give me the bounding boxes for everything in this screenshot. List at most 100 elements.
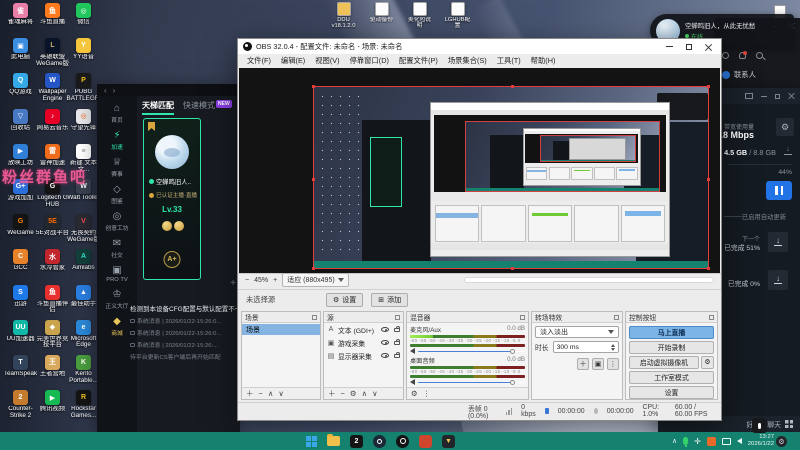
desktop-icon[interactable]: ♪ 网易云音乐 bbox=[36, 108, 69, 144]
source-up-button[interactable]: ∧ bbox=[362, 389, 368, 398]
obs-titlebar[interactable]: OBS 32.0.4 - 配置文件: 未命名 - 场景: 未命名 bbox=[238, 39, 721, 54]
mixer-settings-icon[interactable]: ⚙ bbox=[411, 389, 418, 398]
desktop-icon[interactable]: ▶ 腾讯视频 bbox=[36, 390, 69, 425]
desktop-icon[interactable]: ▽ 回收站 bbox=[4, 108, 37, 144]
desktop-icon[interactable]: LGHUB配置 bbox=[444, 2, 471, 29]
desktop-icon[interactable]: ▣ 此电脑 bbox=[4, 38, 37, 73]
tray-app-icon[interactable] bbox=[706, 436, 716, 446]
source-settings-button[interactable]: ⚙ 设置 bbox=[326, 292, 364, 307]
minimize-icon[interactable] bbox=[666, 46, 673, 47]
display-tray-icon[interactable] bbox=[721, 437, 731, 445]
menu-item[interactable]: 视图(V) bbox=[310, 56, 344, 66]
desktop-icon[interactable]: A Aimlabs bbox=[67, 249, 100, 284]
desktop-icon[interactable]: L 英雄联盟WeGame版 bbox=[36, 38, 69, 73]
forward-arrow-icon[interactable]: › bbox=[113, 86, 116, 95]
desktop-icon[interactable]: UU UU加速器 bbox=[4, 319, 37, 355]
visibility-eye-icon[interactable] bbox=[381, 340, 389, 345]
add-scene-button[interactable]: ＋ bbox=[246, 388, 254, 399]
desktop-icon[interactable]: ◎ 守望先锋 bbox=[67, 108, 100, 144]
menu-item[interactable]: 工具(T) bbox=[492, 56, 526, 66]
virtual-camera-settings-button[interactable]: ⚙ bbox=[701, 356, 714, 369]
remove-source-button[interactable]: − bbox=[341, 389, 345, 398]
source-item-display-capture[interactable]: ▤ 显示器采集 bbox=[324, 349, 403, 362]
microphone-tray-icon[interactable] bbox=[683, 437, 689, 447]
desktop-icon[interactable]: P PUBG BATTLEGR... bbox=[67, 73, 101, 108]
start-recording-button[interactable]: 开始录制 bbox=[629, 341, 714, 354]
scene-up-button[interactable]: ∧ bbox=[268, 389, 274, 398]
start-streaming-button[interactable]: 马上直播 bbox=[629, 326, 714, 339]
popout-icon[interactable] bbox=[614, 314, 619, 320]
add-transition-button[interactable]: ＋ bbox=[577, 358, 589, 370]
source-add-button[interactable]: ⊞ 添加 bbox=[371, 292, 409, 307]
popout-icon[interactable] bbox=[520, 314, 525, 320]
selection-handle[interactable] bbox=[707, 267, 710, 270]
scene-down-button[interactable]: ∨ bbox=[278, 389, 284, 398]
selection-handle[interactable] bbox=[707, 85, 710, 88]
duration-spinner[interactable]: 300 ms bbox=[552, 341, 619, 353]
popout-icon[interactable] bbox=[312, 314, 317, 320]
fit-preview-dropdown[interactable]: 适应 (880x495) bbox=[282, 273, 349, 287]
volume-slider[interactable] bbox=[418, 379, 525, 385]
menu-item[interactable]: 帮助(H) bbox=[526, 56, 561, 66]
app-2-icon[interactable]: 2 bbox=[350, 434, 363, 448]
desktop-icon[interactable]: ▲ 最佳助手 bbox=[67, 284, 100, 320]
desktop-icon[interactable]: T TeamSpeak bbox=[4, 354, 37, 390]
menu-item[interactable]: 编辑(E) bbox=[276, 56, 310, 66]
download-queue-button[interactable]: ↓ bbox=[768, 270, 788, 290]
sidebar-item[interactable]: ✉ 社交 bbox=[111, 239, 123, 260]
floating-gear-widget[interactable]: ⚙ bbox=[776, 436, 787, 447]
volume-slider[interactable] bbox=[418, 348, 525, 354]
desktop-icon[interactable]: W Wallpaper Engine bbox=[36, 73, 69, 108]
close-icon[interactable] bbox=[788, 93, 794, 99]
download-settings-button[interactable]: ⚙ bbox=[776, 118, 794, 136]
popout-icon[interactable] bbox=[395, 314, 400, 320]
selection-handle[interactable] bbox=[312, 85, 315, 88]
desktop-icon[interactable]: V 无畏契约WeGame版 bbox=[67, 214, 100, 249]
desktop-icon[interactable]: 鱼 斗鱼直播 bbox=[36, 3, 69, 38]
desktop-icon[interactable]: C GCC bbox=[4, 249, 37, 284]
desktop-icon[interactable]: K Kento Portable... bbox=[67, 354, 100, 390]
ime-icon[interactable]: ✛ bbox=[694, 437, 701, 446]
selection-handle[interactable] bbox=[511, 85, 514, 88]
source-properties-button[interactable]: ⚙ bbox=[350, 389, 357, 398]
selection-handle[interactable] bbox=[707, 177, 710, 181]
desktop-icon[interactable]: ◆ 完美世界竞技平台 bbox=[36, 319, 69, 355]
taskbar-clock[interactable]: 13:27 2026/1/22 bbox=[748, 434, 774, 448]
scene-item[interactable]: 场景 bbox=[242, 324, 320, 335]
close-icon[interactable] bbox=[705, 43, 712, 50]
desktop-icon[interactable]: 2 Counter-Strike 2 bbox=[4, 390, 37, 425]
spin-up-icon[interactable] bbox=[611, 343, 615, 347]
preview-canvas[interactable] bbox=[312, 85, 710, 270]
obs-taskbar-icon[interactable] bbox=[396, 434, 409, 448]
transition-properties-button[interactable]: ⋮ bbox=[607, 358, 619, 370]
speaker-icon[interactable] bbox=[410, 379, 415, 386]
zoom-out-button[interactable]: − bbox=[245, 277, 249, 284]
lock-icon[interactable] bbox=[394, 325, 400, 332]
desktop-icon[interactable]: 王 王者营地 bbox=[36, 354, 69, 390]
mixer-menu-icon[interactable]: ⋮ bbox=[423, 389, 431, 398]
slider-handle[interactable] bbox=[510, 348, 516, 354]
settings-button[interactable]: 设置 bbox=[629, 386, 714, 399]
red-app-icon[interactable] bbox=[419, 434, 432, 448]
source-item-game-capture[interactable]: ▣ 游戏采集 bbox=[324, 336, 403, 349]
start-button[interactable] bbox=[306, 435, 317, 447]
desktop-icon[interactable]: 5E 5E对战平台 bbox=[36, 214, 69, 249]
desktop-icon[interactable]: R Rockstar Games... bbox=[67, 390, 100, 425]
steam-taskbar-icon[interactable] bbox=[373, 434, 386, 448]
sidebar-item[interactable]: ◎ 创意工坊 bbox=[105, 212, 128, 233]
desktop-icon[interactable]: 水 水冷管家 bbox=[36, 249, 69, 284]
selection-handle[interactable] bbox=[312, 267, 315, 270]
desktop-icon[interactable]: 美化包说明 bbox=[406, 2, 433, 29]
visibility-eye-icon[interactable] bbox=[381, 327, 389, 332]
remove-scene-button[interactable]: − bbox=[259, 389, 263, 398]
sidebar-item[interactable]: ⚡ 加速 bbox=[111, 131, 123, 152]
obs-preview-area[interactable] bbox=[239, 68, 720, 273]
floating-mic-widget[interactable] bbox=[752, 418, 767, 433]
popout-icon[interactable] bbox=[709, 314, 714, 320]
tab-ranked[interactable]: 天梯匹配 bbox=[142, 100, 174, 115]
source-item-text[interactable]: A 文本 (GDI+) bbox=[324, 323, 403, 336]
file-explorer-icon[interactable] bbox=[327, 434, 340, 446]
maximize-icon[interactable] bbox=[775, 93, 780, 99]
sidebar-item[interactable]: ◆ 商城 bbox=[111, 317, 123, 338]
preview-horizontal-scrollbar[interactable] bbox=[464, 277, 714, 283]
